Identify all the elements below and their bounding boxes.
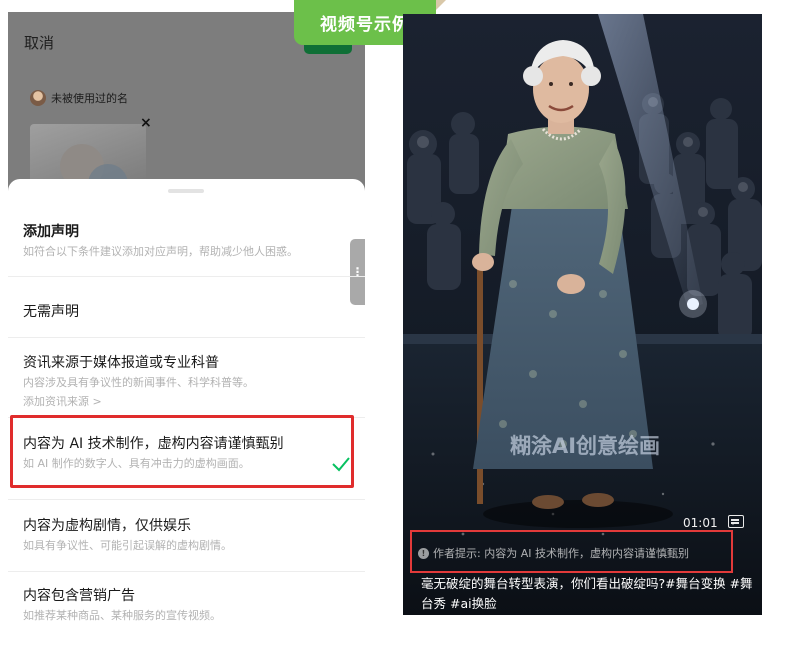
sheet-title: 添加声明	[23, 224, 79, 240]
option-title: 资讯来源于媒体报道或专业科普	[23, 355, 219, 371]
divider	[8, 337, 365, 338]
option-title: 内容包含营销广告	[23, 588, 135, 604]
option-advertising[interactable]: 内容包含营销广告 如推荐某种商品、某种服务的宣传视频。	[23, 587, 353, 624]
option-subtitle: 如具有争议性、可能引起误解的虚构剧情。	[23, 539, 232, 552]
video-time: 01:01	[683, 516, 718, 530]
divider	[8, 571, 365, 572]
sheet-handle[interactable]	[168, 189, 204, 193]
option-subtitle: 内容涉及具有争议性的新闻事件、科学科普等。	[23, 376, 254, 389]
avatar	[30, 90, 46, 106]
divider	[8, 499, 365, 500]
badge-corner	[436, 0, 446, 10]
option-no-statement[interactable]: 无需声明	[23, 303, 353, 321]
statement-sheet: ⋮ 添加声明 如符合以下条件建议添加对应声明，帮助减少他人困惑。 无需声明 资讯…	[8, 179, 365, 632]
divider	[8, 276, 365, 277]
danmu-icon[interactable]	[728, 515, 744, 528]
close-icon[interactable]: ×	[140, 115, 152, 131]
cancel-button[interactable]: 取消	[24, 32, 54, 53]
video-caption: 毫无破绽的舞台转型表演，你们看出破绽吗?#舞台变换 #舞台秀 #ai换脸	[421, 576, 753, 611]
sheet-subtitle: 如符合以下条件建议添加对应声明，帮助减少他人困惑。	[23, 245, 298, 258]
option-subtitle: 如推荐某种商品、某种服务的宣传视频。	[23, 609, 221, 622]
highlight-frame	[410, 530, 733, 573]
option-title: 无需声明	[23, 304, 79, 320]
option-fiction[interactable]: 内容为虚构剧情，仅供娱乐 如具有争议性、可能引起误解的虚构剧情。	[23, 517, 353, 554]
video-player[interactable]: 糊涂AI创意绘画 01:01 ! 作者提示: 内容为 AI 技术制作，虚构内容请…	[403, 14, 762, 615]
option-media-source[interactable]: 资讯来源于媒体报道或专业科普 内容涉及具有争议性的新闻事件、科学科普等。 添加资…	[23, 354, 353, 410]
author-name: 未被使用过的名	[51, 92, 128, 105]
statement-settings-screen: 取消 未被使用过的名 × ⋮ 添加声明 如符合以下条件建议添加对应声明，帮助减少…	[8, 12, 365, 632]
sheet-heading: 添加声明 如符合以下条件建议添加对应声明，帮助减少他人困惑。	[23, 223, 353, 260]
option-title: 内容为虚构剧情，仅供娱乐	[23, 518, 191, 534]
highlight-frame	[10, 415, 354, 488]
author-row: 未被使用过的名	[30, 90, 128, 106]
add-source-link[interactable]: 添加资讯来源 >	[23, 394, 353, 410]
watermark: 糊涂AI创意绘画	[509, 434, 661, 458]
